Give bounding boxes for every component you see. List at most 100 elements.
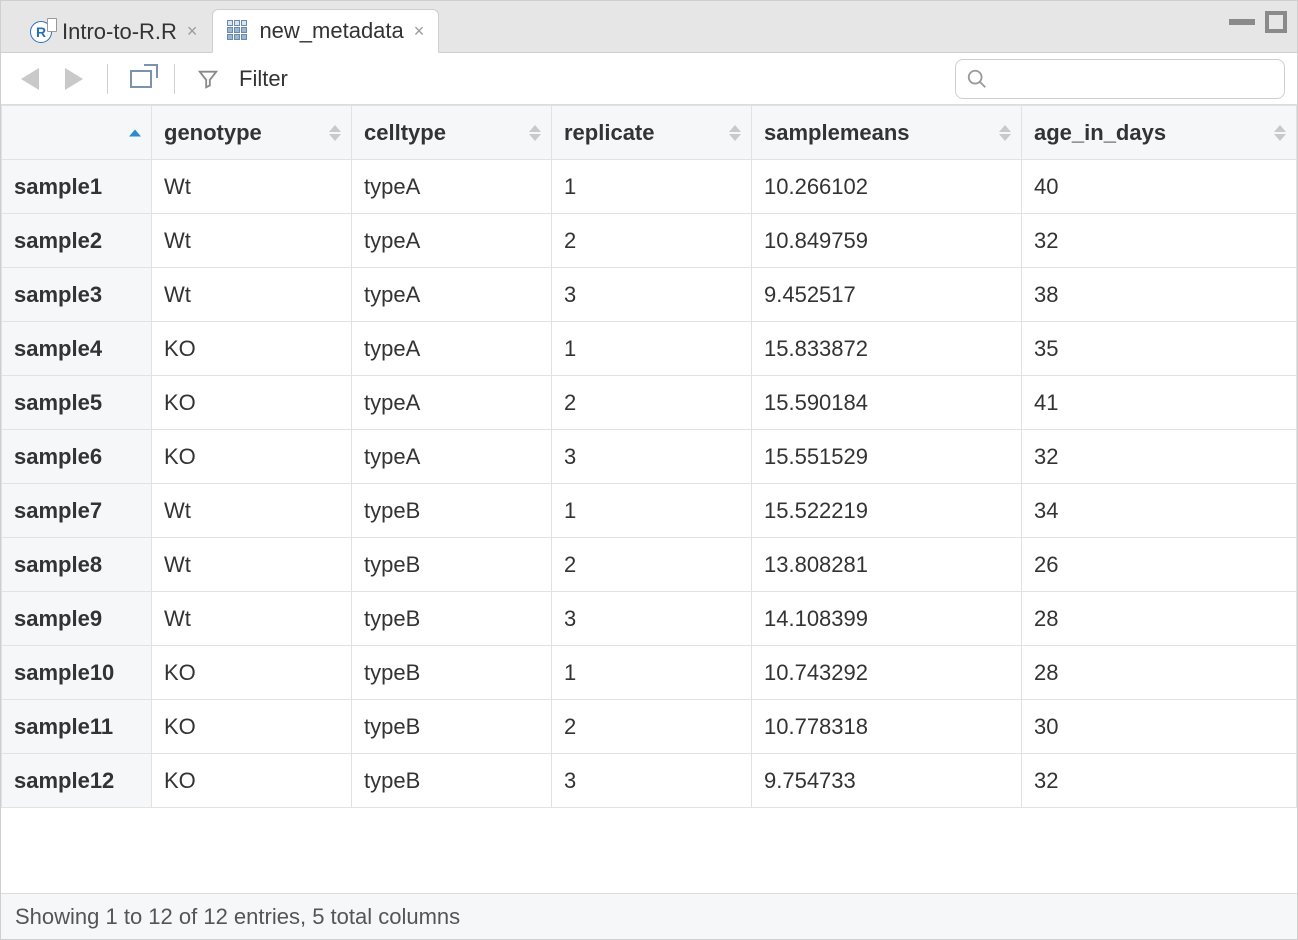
cell-age_in_days[interactable]: 41 bbox=[1022, 376, 1297, 430]
cell-genotype[interactable]: Wt bbox=[152, 268, 352, 322]
cell-age_in_days[interactable]: 30 bbox=[1022, 700, 1297, 754]
row-name-cell[interactable]: sample12 bbox=[2, 754, 152, 808]
table-row[interactable]: sample9WttypeB314.10839928 bbox=[2, 592, 1297, 646]
cell-replicate[interactable]: 1 bbox=[552, 484, 752, 538]
cell-replicate[interactable]: 1 bbox=[552, 646, 752, 700]
table-row[interactable]: sample10KOtypeB110.74329228 bbox=[2, 646, 1297, 700]
cell-samplemeans[interactable]: 10.849759 bbox=[752, 214, 1022, 268]
row-name-cell[interactable]: sample1 bbox=[2, 160, 152, 214]
table-row[interactable]: sample7WttypeB115.52221934 bbox=[2, 484, 1297, 538]
cell-replicate[interactable]: 3 bbox=[552, 430, 752, 484]
table-row[interactable]: sample4KOtypeA115.83387235 bbox=[2, 322, 1297, 376]
cell-samplemeans[interactable]: 14.108399 bbox=[752, 592, 1022, 646]
cell-samplemeans[interactable]: 10.266102 bbox=[752, 160, 1022, 214]
nav-forward-button[interactable] bbox=[57, 62, 91, 96]
filter-button[interactable] bbox=[191, 62, 225, 96]
cell-replicate[interactable]: 3 bbox=[552, 754, 752, 808]
cell-age_in_days[interactable]: 32 bbox=[1022, 214, 1297, 268]
cell-celltype[interactable]: typeA bbox=[352, 322, 552, 376]
cell-celltype[interactable]: typeB bbox=[352, 592, 552, 646]
close-icon[interactable]: × bbox=[414, 21, 425, 42]
cell-celltype[interactable]: typeA bbox=[352, 430, 552, 484]
column-header-age-in-days[interactable]: age_in_days bbox=[1022, 106, 1297, 160]
cell-replicate[interactable]: 2 bbox=[552, 214, 752, 268]
cell-genotype[interactable]: KO bbox=[152, 646, 352, 700]
row-name-cell[interactable]: sample7 bbox=[2, 484, 152, 538]
cell-replicate[interactable]: 2 bbox=[552, 376, 752, 430]
cell-genotype[interactable]: KO bbox=[152, 700, 352, 754]
cell-samplemeans[interactable]: 15.522219 bbox=[752, 484, 1022, 538]
row-name-cell[interactable]: sample11 bbox=[2, 700, 152, 754]
table-row[interactable]: sample2WttypeA210.84975932 bbox=[2, 214, 1297, 268]
table-row[interactable]: sample5KOtypeA215.59018441 bbox=[2, 376, 1297, 430]
cell-celltype[interactable]: typeA bbox=[352, 160, 552, 214]
cell-genotype[interactable]: Wt bbox=[152, 214, 352, 268]
cell-celltype[interactable]: typeB bbox=[352, 754, 552, 808]
row-name-cell[interactable]: sample3 bbox=[2, 268, 152, 322]
column-header-genotype[interactable]: genotype bbox=[152, 106, 352, 160]
cell-celltype[interactable]: typeA bbox=[352, 376, 552, 430]
cell-genotype[interactable]: KO bbox=[152, 322, 352, 376]
cell-samplemeans[interactable]: 10.743292 bbox=[752, 646, 1022, 700]
cell-genotype[interactable]: Wt bbox=[152, 592, 352, 646]
search-field[interactable] bbox=[955, 59, 1285, 99]
cell-genotype[interactable]: KO bbox=[152, 754, 352, 808]
cell-celltype[interactable]: typeA bbox=[352, 268, 552, 322]
cell-samplemeans[interactable]: 10.778318 bbox=[752, 700, 1022, 754]
cell-age_in_days[interactable]: 38 bbox=[1022, 268, 1297, 322]
maximize-icon[interactable] bbox=[1265, 11, 1287, 33]
cell-celltype[interactable]: typeB bbox=[352, 646, 552, 700]
data-table-wrap[interactable]: genotype celltype replicate samplemeans bbox=[1, 105, 1297, 893]
cell-genotype[interactable]: Wt bbox=[152, 484, 352, 538]
row-name-cell[interactable]: sample8 bbox=[2, 538, 152, 592]
cell-samplemeans[interactable]: 15.551529 bbox=[752, 430, 1022, 484]
cell-age_in_days[interactable]: 28 bbox=[1022, 592, 1297, 646]
cell-celltype[interactable]: typeB bbox=[352, 538, 552, 592]
tab-new-metadata[interactable]: new_metadata × bbox=[212, 9, 439, 53]
cell-replicate[interactable]: 1 bbox=[552, 160, 752, 214]
cell-replicate[interactable]: 1 bbox=[552, 322, 752, 376]
row-name-cell[interactable]: sample5 bbox=[2, 376, 152, 430]
column-header-celltype[interactable]: celltype bbox=[352, 106, 552, 160]
row-name-cell[interactable]: sample4 bbox=[2, 322, 152, 376]
row-name-cell[interactable]: sample6 bbox=[2, 430, 152, 484]
cell-samplemeans[interactable]: 9.452517 bbox=[752, 268, 1022, 322]
cell-age_in_days[interactable]: 34 bbox=[1022, 484, 1297, 538]
cell-samplemeans[interactable]: 9.754733 bbox=[752, 754, 1022, 808]
cell-celltype[interactable]: typeA bbox=[352, 214, 552, 268]
cell-age_in_days[interactable]: 35 bbox=[1022, 322, 1297, 376]
cell-samplemeans[interactable]: 15.833872 bbox=[752, 322, 1022, 376]
cell-replicate[interactable]: 2 bbox=[552, 700, 752, 754]
cell-samplemeans[interactable]: 15.590184 bbox=[752, 376, 1022, 430]
cell-genotype[interactable]: KO bbox=[152, 430, 352, 484]
cell-genotype[interactable]: Wt bbox=[152, 538, 352, 592]
nav-back-button[interactable] bbox=[13, 62, 47, 96]
table-row[interactable]: sample11KOtypeB210.77831830 bbox=[2, 700, 1297, 754]
cell-replicate[interactable]: 3 bbox=[552, 268, 752, 322]
table-row[interactable]: sample6KOtypeA315.55152932 bbox=[2, 430, 1297, 484]
column-header-samplemeans[interactable]: samplemeans bbox=[752, 106, 1022, 160]
cell-genotype[interactable]: Wt bbox=[152, 160, 352, 214]
column-header-rownames[interactable] bbox=[2, 106, 152, 160]
cell-celltype[interactable]: typeB bbox=[352, 700, 552, 754]
cell-age_in_days[interactable]: 32 bbox=[1022, 754, 1297, 808]
cell-replicate[interactable]: 3 bbox=[552, 592, 752, 646]
cell-celltype[interactable]: typeB bbox=[352, 484, 552, 538]
cell-replicate[interactable]: 2 bbox=[552, 538, 752, 592]
popout-button[interactable] bbox=[124, 62, 158, 96]
cell-age_in_days[interactable]: 28 bbox=[1022, 646, 1297, 700]
search-input[interactable] bbox=[996, 67, 1274, 90]
tab-intro-to-r[interactable]: R Intro-to-R.R × bbox=[15, 9, 212, 53]
cell-age_in_days[interactable]: 40 bbox=[1022, 160, 1297, 214]
row-name-cell[interactable]: sample10 bbox=[2, 646, 152, 700]
cell-age_in_days[interactable]: 32 bbox=[1022, 430, 1297, 484]
cell-genotype[interactable]: KO bbox=[152, 376, 352, 430]
table-row[interactable]: sample3WttypeA39.45251738 bbox=[2, 268, 1297, 322]
table-row[interactable]: sample12KOtypeB39.75473332 bbox=[2, 754, 1297, 808]
column-header-replicate[interactable]: replicate bbox=[552, 106, 752, 160]
minimize-icon[interactable] bbox=[1229, 11, 1255, 25]
cell-age_in_days[interactable]: 26 bbox=[1022, 538, 1297, 592]
cell-samplemeans[interactable]: 13.808281 bbox=[752, 538, 1022, 592]
row-name-cell[interactable]: sample9 bbox=[2, 592, 152, 646]
close-icon[interactable]: × bbox=[187, 21, 198, 42]
